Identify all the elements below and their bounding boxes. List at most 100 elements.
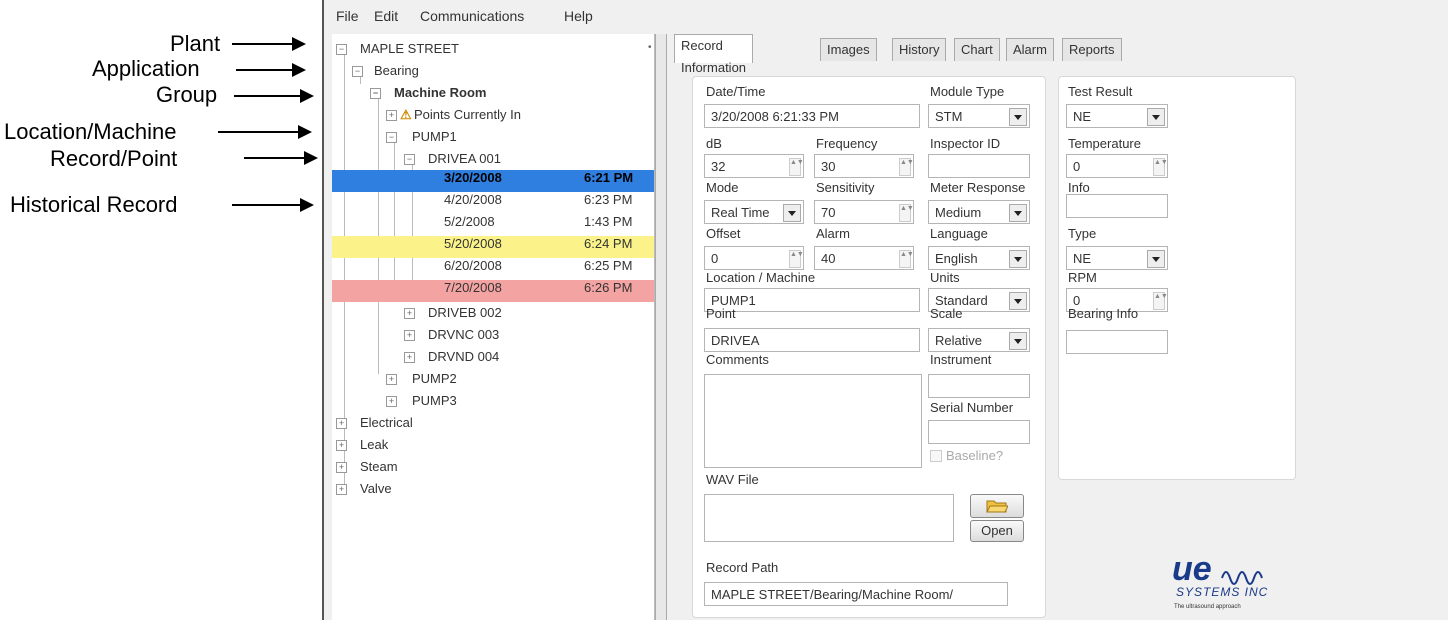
- offset-field[interactable]: 0 ▲▼: [704, 246, 804, 270]
- language-select[interactable]: English: [928, 246, 1030, 270]
- point-field[interactable]: DRIVEA: [704, 328, 920, 352]
- tree-record-row[interactable]: 7/20/2008 6:26 PM: [332, 280, 654, 302]
- meter-response-select[interactable]: Medium: [928, 200, 1030, 224]
- chevron-down-icon[interactable]: [1009, 292, 1027, 310]
- type-label: Type: [1068, 226, 1097, 241]
- chevron-down-icon[interactable]: [1147, 250, 1165, 268]
- tab-alarm[interactable]: Alarm: [1006, 38, 1054, 61]
- record-time: 6:23 PM: [584, 192, 633, 207]
- annotation-group-arrow: [234, 89, 314, 103]
- expand-icon[interactable]: +: [404, 330, 415, 341]
- chevron-down-icon[interactable]: [1147, 108, 1165, 126]
- instrument-field[interactable]: [928, 374, 1030, 398]
- spinner-icon[interactable]: ▲▼: [1153, 158, 1167, 176]
- expand-icon[interactable]: +: [404, 352, 415, 363]
- module-type-select[interactable]: STM: [928, 104, 1030, 128]
- wav-file-field[interactable]: [704, 494, 954, 542]
- date-time-field[interactable]: 3/20/2008 6:21:33 PM: [704, 104, 920, 128]
- info-field[interactable]: [1066, 194, 1168, 218]
- spinner-icon[interactable]: ▲▼: [899, 204, 913, 222]
- instrument-label: Instrument: [930, 352, 992, 367]
- comments-field[interactable]: [704, 374, 922, 468]
- collapse-icon[interactable]: −: [386, 132, 397, 143]
- tree-record-row[interactable]: 5/20/2008 6:24 PM: [332, 236, 654, 258]
- tab-record-information[interactable]: Record Information: [674, 34, 754, 75]
- test-result-select[interactable]: NE: [1066, 104, 1168, 128]
- expand-icon[interactable]: +: [336, 484, 347, 495]
- folder-open-button[interactable]: [970, 494, 1024, 518]
- annotation-historical-label: Historical Record: [10, 192, 178, 217]
- date-time-label: Date/Time: [706, 84, 766, 99]
- collapse-icon[interactable]: −: [404, 154, 415, 165]
- inspector-field[interactable]: [928, 154, 1030, 178]
- frequency-field[interactable]: 30 ▲▼: [814, 154, 914, 178]
- location-field[interactable]: PUMP1: [704, 288, 920, 312]
- record-date: 7/20/2008: [444, 280, 502, 295]
- tree-record-row[interactable]: 5/2/2008 1:43 PM: [332, 214, 654, 236]
- chevron-down-icon[interactable]: [1009, 250, 1027, 268]
- bearing-info-field[interactable]: [1066, 330, 1168, 354]
- type-select[interactable]: NE: [1066, 246, 1168, 270]
- record-time: 6:26 PM: [584, 280, 633, 295]
- expand-icon[interactable]: +: [386, 110, 397, 121]
- tab-reports[interactable]: Reports: [1062, 38, 1122, 61]
- mode-select[interactable]: Real Time: [704, 200, 804, 224]
- bearing-info-label: Bearing Info: [1068, 306, 1139, 321]
- annotation-machine-label: Location/Machine: [4, 119, 177, 144]
- expand-icon[interactable]: +: [336, 462, 347, 473]
- tab-history[interactable]: History: [892, 38, 947, 61]
- wav-file-label: WAV File: [706, 472, 759, 487]
- menu-file[interactable]: File: [336, 8, 359, 24]
- tree-record-row[interactable]: 3/20/2008 6:21 PM: [332, 170, 654, 192]
- expand-icon[interactable]: +: [336, 418, 347, 429]
- menu-communications[interactable]: Communications: [420, 8, 524, 24]
- sensitivity-field[interactable]: 70 ▲▼: [814, 200, 914, 224]
- tree-item-label: Leak: [360, 437, 389, 452]
- alarm-field[interactable]: 40 ▲▼: [814, 246, 914, 270]
- spinner-icon[interactable]: ▲▼: [1153, 292, 1167, 310]
- annotation-machine-arrow: [218, 125, 312, 139]
- chevron-down-icon[interactable]: [783, 204, 801, 222]
- chevron-down-icon[interactable]: [1009, 204, 1027, 222]
- tree-record-row[interactable]: 4/20/2008 6:23 PM: [332, 192, 654, 214]
- chevron-down-icon[interactable]: [1009, 332, 1027, 350]
- scale-select[interactable]: Relative: [928, 328, 1030, 352]
- panel-splitter[interactable]: [655, 34, 667, 620]
- record-path-field[interactable]: MAPLE STREET/Bearing/Machine Room/: [704, 582, 1008, 606]
- tree-record-row[interactable]: 6/20/2008 6:25 PM: [332, 258, 654, 280]
- test-result-value: NE: [1073, 109, 1092, 124]
- expand-icon[interactable]: +: [336, 440, 347, 451]
- tab-chart[interactable]: Chart: [954, 38, 1000, 61]
- serial-number-field[interactable]: [928, 420, 1030, 444]
- menu-edit[interactable]: Edit: [374, 8, 398, 24]
- frequency-label: Frequency: [816, 136, 878, 151]
- collapse-icon[interactable]: −: [336, 44, 347, 55]
- chevron-down-icon[interactable]: [1009, 108, 1027, 126]
- location-label: Location / Machine: [706, 270, 816, 285]
- expand-icon[interactable]: +: [386, 396, 397, 407]
- spinner-icon[interactable]: ▲▼: [899, 250, 913, 268]
- test-result-label: Test Result: [1068, 84, 1133, 99]
- spinner-icon[interactable]: ▲▼: [899, 158, 913, 176]
- tree-item-label: Steam: [360, 459, 398, 474]
- baseline-checkbox[interactable]: [930, 450, 942, 462]
- collapse-icon[interactable]: −: [370, 88, 381, 99]
- panel-menu-icon[interactable]: •: [648, 42, 652, 53]
- temperature-field[interactable]: 0 ▲▼: [1066, 154, 1168, 178]
- tab-images[interactable]: Images: [820, 38, 877, 61]
- collapse-icon[interactable]: −: [352, 66, 363, 77]
- logo-brand: ue: [1172, 550, 1212, 588]
- tree-item-label: Points Currently In: [414, 107, 521, 122]
- db-field[interactable]: 32 ▲▼: [704, 154, 804, 178]
- expand-icon[interactable]: +: [386, 374, 397, 385]
- logo-graphic: ue SYSTEMS INC The ultrasound approach: [1172, 550, 1267, 610]
- menu-help[interactable]: Help: [564, 8, 593, 24]
- record-time: 1:43 PM: [584, 214, 633, 229]
- spinner-icon[interactable]: ▲▼: [789, 158, 803, 176]
- tree-item-label: Valve: [360, 481, 392, 496]
- spinner-icon[interactable]: ▲▼: [789, 250, 803, 268]
- sensitivity-label: Sensitivity: [816, 180, 875, 195]
- expand-icon[interactable]: +: [404, 308, 415, 319]
- tree-panel: − MAPLE STREET − Bearing − Machine Room …: [332, 34, 655, 620]
- open-button[interactable]: Open: [970, 520, 1024, 542]
